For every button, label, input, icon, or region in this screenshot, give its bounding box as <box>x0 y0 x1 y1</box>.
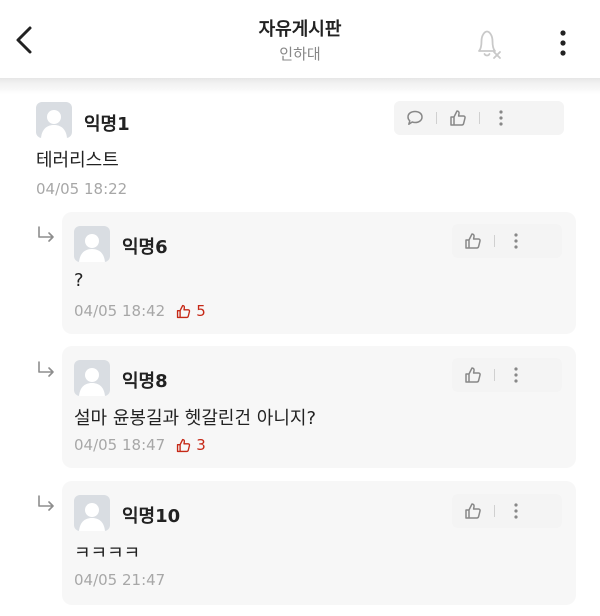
reply-arrow-icon <box>36 495 58 513</box>
reply-actions <box>452 494 562 528</box>
reply-text: 설마 윤봉길과 헷갈린건 아니지? <box>74 408 316 429</box>
reply-actions <box>452 358 562 392</box>
avatar <box>74 495 110 531</box>
comment-icon <box>407 110 423 125</box>
more-options-button[interactable] <box>548 24 578 62</box>
more-vertical-icon <box>499 110 503 126</box>
like-button[interactable] <box>452 494 494 528</box>
comment-actions <box>394 101 564 135</box>
like-count-value: 5 <box>196 302 206 320</box>
thumbs-up-icon <box>450 110 466 126</box>
more-vertical-icon <box>560 30 566 56</box>
reply-author: 익명6 <box>122 237 168 258</box>
avatar <box>36 102 72 138</box>
reply-button[interactable] <box>394 101 436 135</box>
more-button[interactable] <box>495 224 537 258</box>
reply-arrow-icon <box>36 361 58 379</box>
chevron-left-icon <box>16 26 32 54</box>
like-button[interactable] <box>437 101 479 135</box>
thumbs-up-icon <box>177 304 191 318</box>
more-vertical-icon <box>514 503 518 519</box>
thumbs-up-icon <box>465 367 481 383</box>
comment-time: 04/05 18:22 <box>36 180 128 198</box>
more-button[interactable] <box>495 358 537 392</box>
reply-actions <box>452 224 562 258</box>
thumbs-up-icon <box>177 438 191 452</box>
page-title: 자유게시판 <box>258 19 342 40</box>
default-profile-icon <box>79 234 105 262</box>
comment-text: 테러리스트 <box>36 150 119 171</box>
like-button[interactable] <box>452 358 494 392</box>
default-profile-icon <box>79 368 105 396</box>
more-vertical-icon <box>514 233 518 249</box>
like-count-value: 3 <box>196 436 206 454</box>
reply-time: 04/05 18:42 <box>74 302 166 320</box>
reply-arrow-icon <box>36 226 58 244</box>
more-button[interactable] <box>480 101 522 135</box>
like-button[interactable] <box>452 224 494 258</box>
reply-text: ? <box>74 270 84 291</box>
reply-meta: 04/05 21:47 <box>74 571 165 589</box>
thumbs-up-icon <box>465 503 481 519</box>
thumbs-up-icon <box>465 233 481 249</box>
reply-meta: 04/05 18:42 5 <box>74 302 206 320</box>
bell-off-icon <box>478 30 501 59</box>
reply-meta: 04/05 18:47 3 <box>74 436 206 454</box>
default-profile-icon <box>79 503 105 531</box>
avatar <box>74 360 110 396</box>
back-button[interactable] <box>8 20 44 60</box>
reply-time: 04/05 18:47 <box>74 436 166 454</box>
like-count: 3 <box>175 436 206 454</box>
comment-author: 익명1 <box>84 114 130 135</box>
reply-text: ㅋㅋㅋㅋ <box>74 543 141 564</box>
more-button[interactable] <box>495 494 537 528</box>
more-vertical-icon <box>514 367 518 383</box>
app-header: 자유게시판 인하대 <box>0 0 600 78</box>
reply-time: 04/05 21:47 <box>74 571 166 589</box>
reply-author: 익명8 <box>122 371 168 392</box>
like-count: 5 <box>175 302 206 320</box>
page-subtitle: 인하대 <box>279 45 321 63</box>
reply-author: 익명10 <box>122 506 181 527</box>
avatar <box>74 226 110 262</box>
notification-toggle-button[interactable] <box>470 24 506 62</box>
header-separator <box>0 78 600 94</box>
default-profile-icon <box>41 110 67 138</box>
